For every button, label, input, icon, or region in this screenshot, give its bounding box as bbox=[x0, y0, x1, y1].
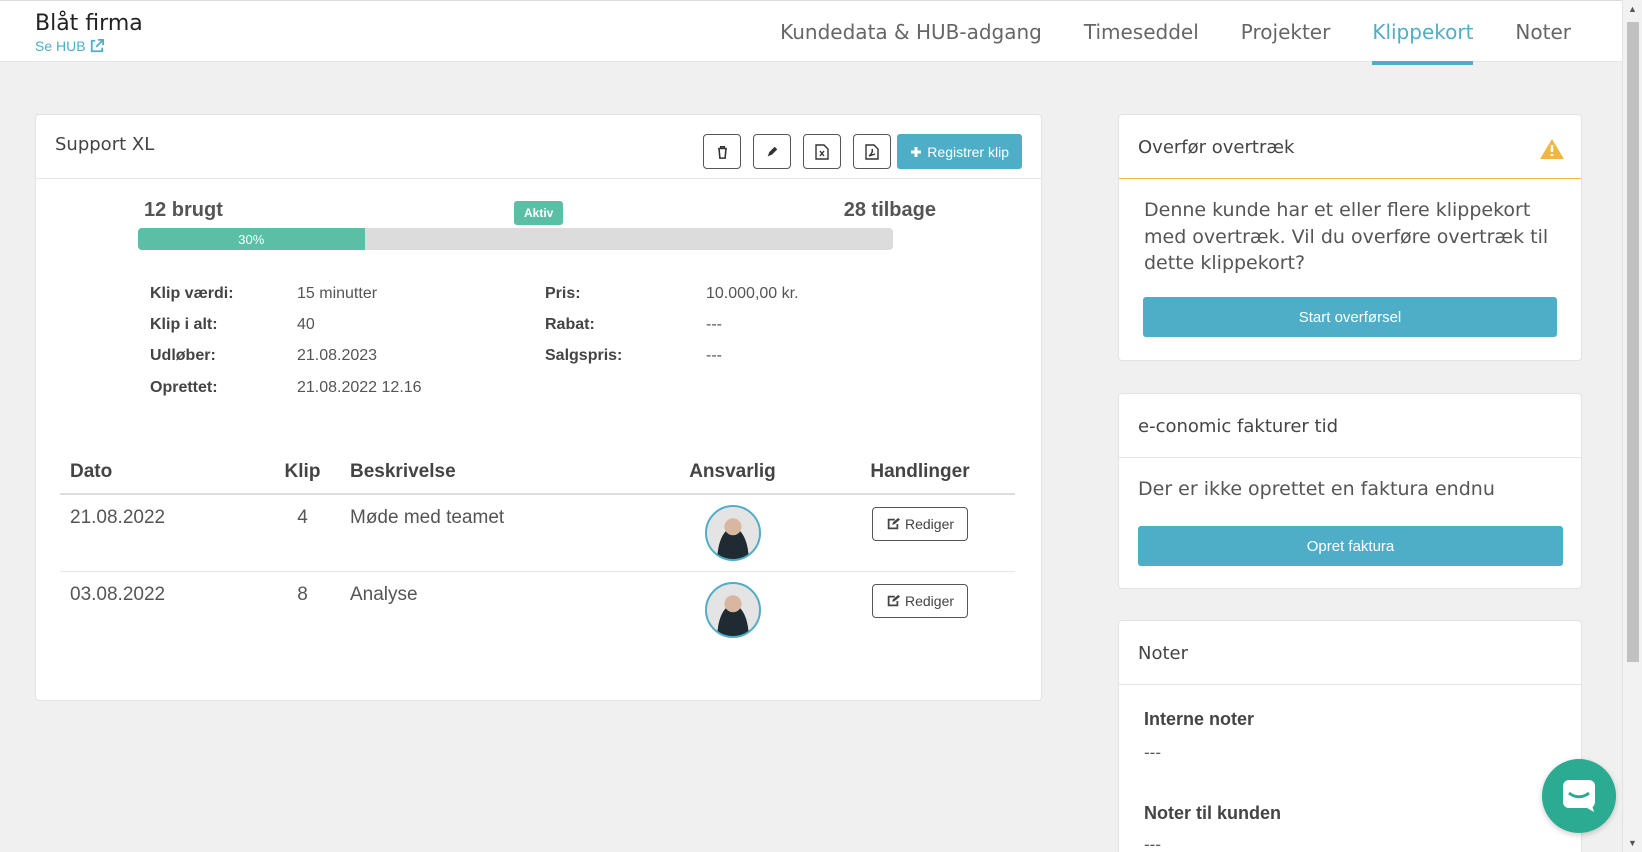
register-clip-label: Registrer klip bbox=[927, 143, 1009, 160]
plus-icon bbox=[911, 146, 922, 157]
row-description: Møde med teamet bbox=[340, 494, 640, 572]
row-date: 03.08.2022 bbox=[70, 583, 166, 605]
tab-kundedata[interactable]: Kundedata & HUB-adgang bbox=[759, 1, 1063, 63]
pdf-export-button[interactable] bbox=[853, 134, 891, 169]
scroll-thumb[interactable] bbox=[1627, 22, 1639, 662]
detail-label: Oprettet: bbox=[150, 379, 218, 396]
detail-value: 21.08.2023 bbox=[297, 347, 378, 364]
detail-value: 15 minutter bbox=[297, 285, 378, 302]
detail-label: Udløber: bbox=[150, 347, 216, 364]
row-clip: 8 bbox=[297, 583, 308, 605]
chat-button[interactable] bbox=[1542, 759, 1616, 833]
edit-row-label: Rediger bbox=[904, 516, 955, 532]
transfer-text: Denne kunde har et eller flere klippekor… bbox=[1144, 199, 1549, 275]
detail-value: --- bbox=[706, 347, 722, 364]
detail-value: 10.000,00 kr. bbox=[706, 285, 799, 302]
pencil-icon bbox=[767, 146, 778, 156]
header-clip: Klip bbox=[265, 450, 340, 495]
create-invoice-button[interactable]: Opret faktura bbox=[1138, 526, 1563, 566]
clip-history-table: Dato Klip Beskrivelse Ansvarlig Handling… bbox=[60, 450, 1015, 648]
tab-noter[interactable]: Noter bbox=[1494, 1, 1592, 63]
top-bar: Blåt firma Se HUB Kundedata & HUB-adgang… bbox=[0, 0, 1622, 65]
tab-timeseddel[interactable]: Timeseddel bbox=[1063, 1, 1220, 63]
transfer-card-header: Overfør overtræk bbox=[1119, 115, 1581, 179]
transfer-card: Overfør overtræk Denne kunde har et elle… bbox=[1118, 114, 1582, 361]
clip-card: Support XL Registrer klip 12 brugt Aktiv… bbox=[35, 114, 1042, 701]
table-row: 03.08.2022 8 Analyse Rediger bbox=[60, 571, 1015, 648]
edit-row-button[interactable]: Rediger bbox=[871, 583, 969, 618]
table-row: 21.08.2022 4 Møde med teamet Rediger bbox=[60, 494, 1015, 572]
edit-row-label: Rediger bbox=[904, 592, 955, 609]
brand: Blåt firma Se HUB bbox=[35, 11, 143, 54]
economic-title: e-conomic fakturer tid bbox=[1138, 416, 1338, 437]
tab-projekter[interactable]: Projekter bbox=[1220, 1, 1352, 63]
row-clip: 4 bbox=[265, 494, 340, 572]
edit-icon bbox=[887, 594, 900, 606]
avatar bbox=[704, 581, 761, 638]
chat-icon bbox=[1563, 780, 1595, 812]
detail-value: --- bbox=[706, 316, 722, 333]
clip-card-header: Support XL Registrer klip bbox=[36, 115, 1041, 179]
notes-title: Noter bbox=[1138, 643, 1189, 664]
usage-progress-fill: 30% bbox=[138, 228, 365, 250]
scroll-down-arrow[interactable]: ▼ bbox=[1628, 838, 1637, 848]
row-description: Analyse bbox=[350, 583, 418, 605]
header-date: Dato bbox=[60, 450, 265, 495]
navigation-tabs: Kundedata & HUB-adgang Timeseddel Projek… bbox=[759, 1, 1592, 65]
detail-label: Klip værdi: bbox=[150, 285, 234, 302]
economic-card: e-conomic fakturer tid Der er ikke opret… bbox=[1118, 393, 1582, 589]
register-clip-button[interactable]: Registrer klip bbox=[897, 134, 1022, 169]
detail-label: Klip i alt: bbox=[150, 316, 218, 333]
internal-notes-label: Interne noter bbox=[1144, 709, 1255, 729]
customer-notes-label: Noter til kunden bbox=[1144, 803, 1282, 823]
transfer-title: Overfør overtræk bbox=[1138, 137, 1295, 158]
edit-row-button[interactable]: Rediger bbox=[871, 507, 969, 541]
internal-notes-value: --- bbox=[1144, 743, 1161, 762]
excel-export-button[interactable] bbox=[803, 134, 841, 169]
warning-icon bbox=[1540, 139, 1564, 159]
invoice-status-text: Der er ikke oprettet en faktura endnu bbox=[1138, 478, 1495, 500]
status-badge: Aktiv bbox=[514, 201, 564, 225]
external-link-icon[interactable] bbox=[90, 39, 104, 53]
clip-card-title: Support XL bbox=[55, 134, 155, 155]
notes-card: Noter Interne noter --- Noter til kunden… bbox=[1118, 620, 1582, 852]
detail-label: Pris: bbox=[545, 285, 581, 302]
notes-card-header: Noter bbox=[1119, 621, 1581, 685]
hub-link-label[interactable]: Se HUB bbox=[35, 38, 86, 54]
row-date: 21.08.2022 bbox=[60, 494, 265, 572]
pdf-icon bbox=[865, 143, 879, 160]
tab-klippekort[interactable]: Klippekort bbox=[1351, 1, 1494, 65]
economic-card-header: e-conomic fakturer tid bbox=[1119, 394, 1581, 458]
trash-icon bbox=[717, 145, 727, 159]
header-responsible: Ansvarlig bbox=[640, 450, 825, 495]
delete-button[interactable] bbox=[703, 134, 741, 169]
company-title: Blåt firma bbox=[35, 11, 143, 36]
detail-label: Salgspris: bbox=[545, 347, 623, 364]
used-count: 12 brugt bbox=[144, 199, 223, 221]
header-actions: Handlinger bbox=[825, 450, 1015, 495]
start-transfer-button[interactable]: Start overførsel bbox=[1143, 297, 1557, 337]
hub-link[interactable]: Se HUB bbox=[35, 38, 143, 54]
header-description: Beskrivelse bbox=[340, 450, 640, 495]
row-responsible bbox=[640, 571, 825, 648]
detail-value: 21.08.2022 12.16 bbox=[297, 379, 422, 396]
detail-value: 40 bbox=[297, 316, 315, 333]
detail-label: Rabat: bbox=[545, 316, 595, 333]
excel-icon bbox=[815, 143, 829, 160]
edit-card-button[interactable] bbox=[753, 134, 791, 169]
row-responsible bbox=[640, 494, 825, 572]
usage-progress-bar: 30% bbox=[138, 228, 893, 250]
edit-icon bbox=[887, 517, 900, 530]
avatar bbox=[704, 505, 761, 561]
page-scrollbar[interactable]: ▲ ▼ bbox=[1622, 0, 1642, 852]
scroll-up-arrow[interactable]: ▲ bbox=[1628, 4, 1637, 14]
customer-notes-value: --- bbox=[1144, 835, 1161, 852]
remaining-count: 28 tilbage bbox=[843, 199, 936, 221]
